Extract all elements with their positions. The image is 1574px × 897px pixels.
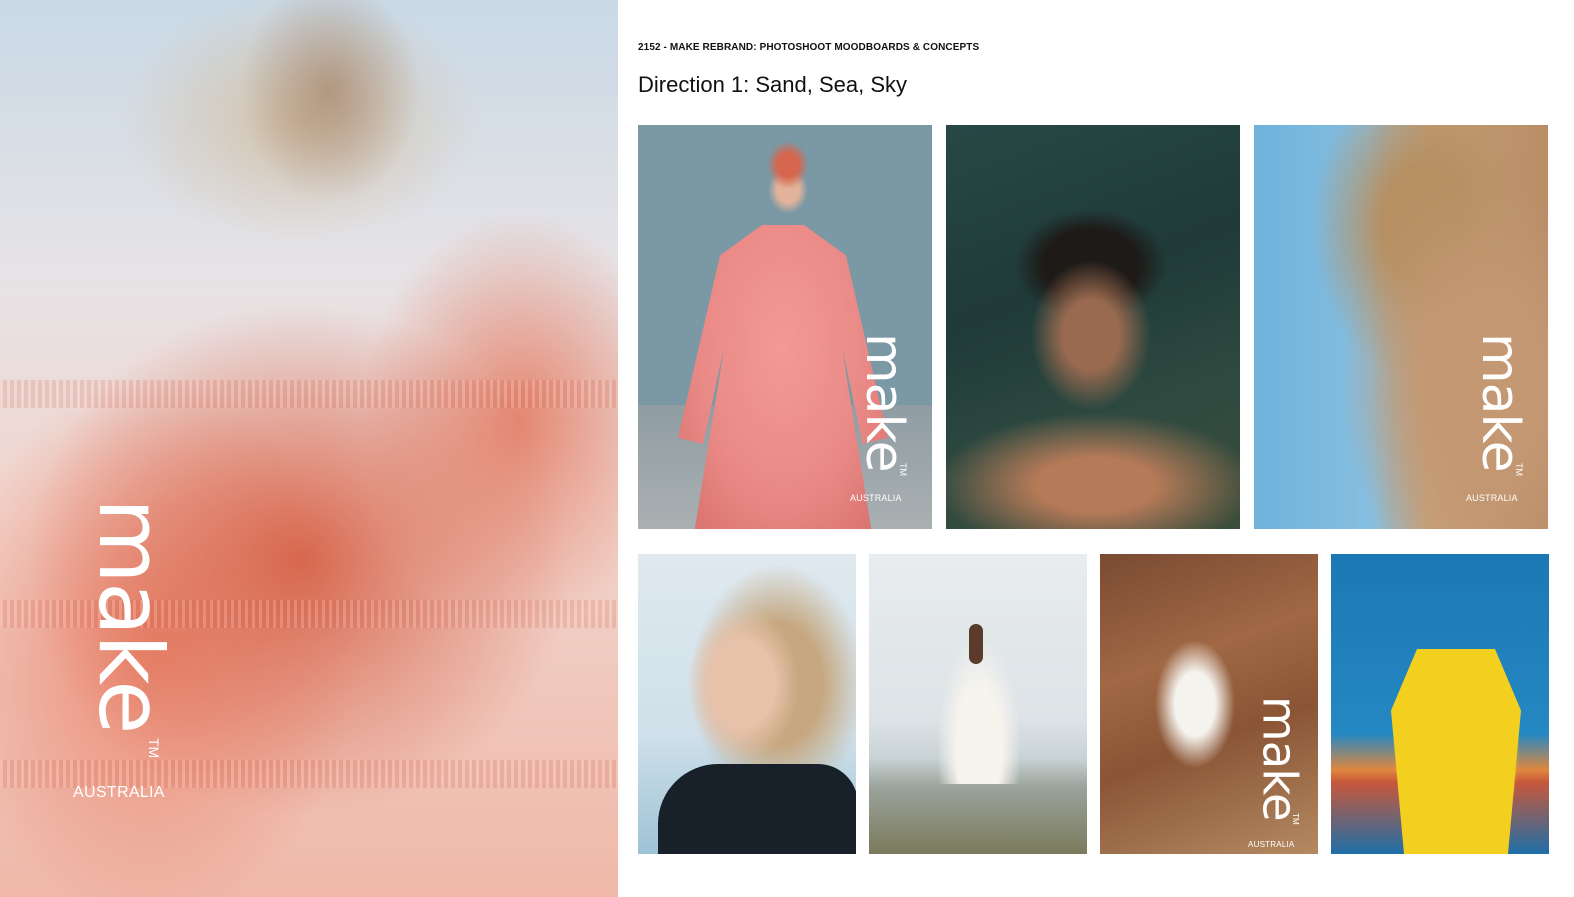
photo-figure-dress (939, 644, 1019, 784)
logo-region: AUSTRALIA (850, 493, 902, 503)
moodboard-photo-jumping (869, 554, 1087, 854)
moodboard-photo-portrait (638, 554, 856, 854)
logo-region: AUSTRALIA (73, 784, 165, 801)
document-kicker: 2152 - MAKE REBRAND: PHOTOSHOOT MOODBOAR… (638, 42, 980, 53)
moodboard-photo-pink-dress: make TM AUSTRALIA (638, 125, 932, 529)
photo-yellow-suit-shape (1391, 649, 1521, 854)
logo-trademark: TM (146, 738, 162, 759)
logo-trademark: TM (1514, 463, 1524, 476)
moodboard-photo-sandy-shoulder: make TM AUSTRALIA (1254, 125, 1548, 529)
hero-brand-logo: make TM AUSTRALIA (70, 498, 182, 808)
photo-brand-logo: make TM AUSTRALIA (1466, 333, 1536, 513)
photo-figure-body (969, 624, 983, 664)
logo-wordmark: make (79, 498, 182, 733)
logo-trademark: TM (898, 463, 908, 476)
logo-trademark: TM (1291, 813, 1301, 825)
logo-wordmark: make (1470, 333, 1530, 472)
page-title: Direction 1: Sand, Sea, Sky (638, 72, 908, 97)
moodboard-photo-swimmer (946, 125, 1240, 529)
photo-brand-logo: make TM AUSTRALIA (1248, 696, 1311, 854)
ruffle-texture (0, 380, 618, 408)
photo-brand-logo: make TM AUSTRALIA (850, 333, 920, 513)
moodboard-photo-rock-wall: make TM AUSTRALIA (1100, 554, 1318, 854)
logo-region: AUSTRALIA (1248, 840, 1295, 849)
logo-wordmark: make (854, 333, 914, 472)
logo-wordmark: make (1251, 696, 1306, 821)
logo-region: AUSTRALIA (1466, 493, 1518, 503)
photo-shirt-shape (658, 764, 856, 854)
moodboard-photo-yellow-outfit (1331, 554, 1549, 854)
hero-photo: make TM AUSTRALIA (0, 0, 618, 897)
